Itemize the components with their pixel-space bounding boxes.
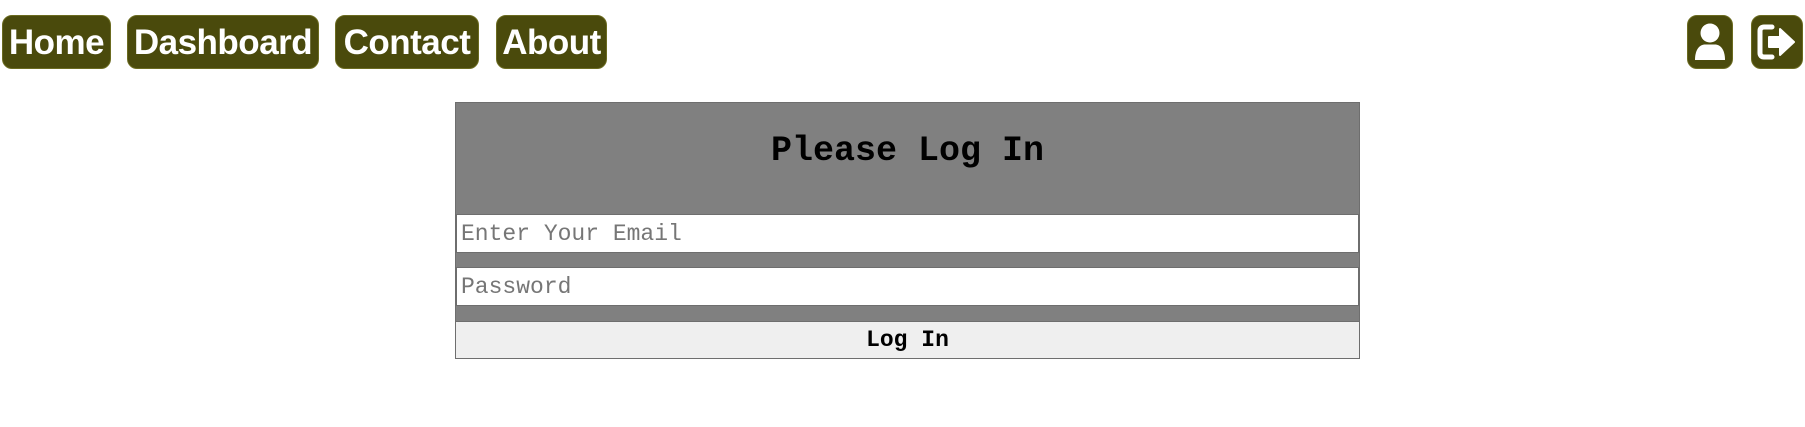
login-title: Please Log In: [770, 131, 1045, 171]
login-form: Please Log In Log In: [455, 102, 1360, 359]
sign-out-icon: [1757, 24, 1795, 60]
profile-button[interactable]: [1687, 15, 1733, 69]
nav-contact-button[interactable]: Contact: [335, 15, 479, 69]
nav-home-button[interactable]: Home: [2, 15, 111, 69]
login-submit-button[interactable]: Log In: [456, 321, 1359, 358]
email-input[interactable]: [456, 214, 1359, 253]
nav-about-button[interactable]: About: [496, 15, 607, 69]
logout-button[interactable]: [1751, 15, 1803, 69]
password-input[interactable]: [456, 267, 1359, 306]
top-navigation: Home Dashboard Contact About: [0, 0, 1805, 80]
user-icon: [1695, 23, 1725, 60]
nav-dashboard-button[interactable]: Dashboard: [127, 15, 319, 69]
